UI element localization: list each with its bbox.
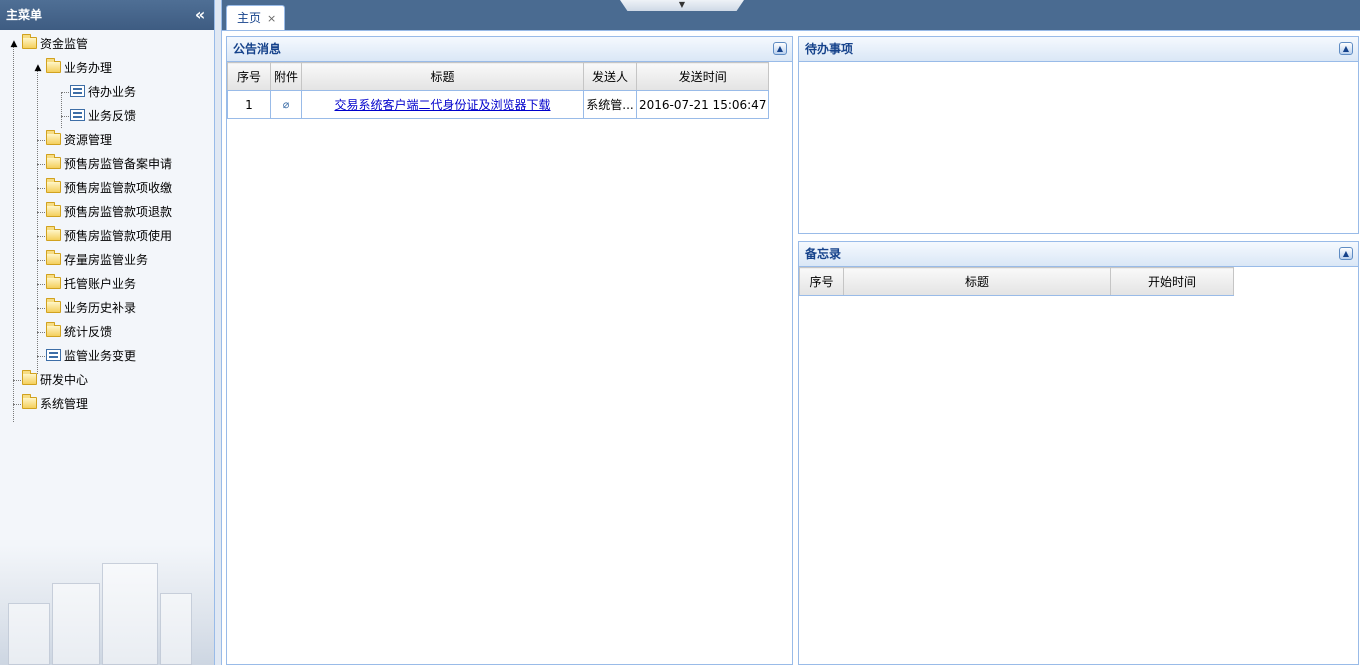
tree-node-label: 预售房监管款项使用 [64,229,173,243]
document-icon [70,85,85,97]
column-header[interactable]: 附件 [270,62,302,91]
subject-cell[interactable]: 交易系统客户端二代身份证及浏览器下载 [301,90,584,119]
tree-node-supervision-change[interactable]: 监管业务变更 [0,344,214,368]
tree-node-stock-housing[interactable]: 存量房监管业务 [0,248,214,272]
memo-table: 序号 标题 开始时间 [799,267,1234,296]
expand-toggle-icon[interactable]: ▲ [33,63,43,73]
tree-node-escrow-account[interactable]: 托管账户业务 [0,272,214,296]
folder-icon [46,250,61,265]
tree-node-label: 预售房监管款项收缴 [64,181,173,195]
tree-node-label: 资源管理 [64,133,113,147]
folder-icon [22,394,37,409]
home-content: 公告消息 ▲ 序号 附件 标题 发送人 发送时间 1 ⌀ 交易系统客户端二代身份… [222,31,1360,665]
tab-label: 主页 [237,11,262,25]
tree-node-label: 研发中心 [40,373,89,387]
main-menu-sidebar: 主菜单 « ▲ 资金监管 ▲ 业务办理 待办业务 业务反馈 资源管理 预售房监管… [0,0,215,665]
close-icon[interactable]: × [267,12,276,25]
tree-node-label: 统计反馈 [64,325,113,339]
tree-node-resource-management[interactable]: 资源管理 [0,128,214,152]
folder-icon [46,226,61,241]
announcement-link[interactable]: 交易系统客户端二代身份证及浏览器下载 [334,98,550,112]
announcements-panel: 公告消息 ▲ 序号 附件 标题 发送人 发送时间 1 ⌀ 交易系统客户端二代身份… [226,36,793,665]
column-header[interactable]: 开始时间 [1110,267,1234,296]
tree-node-label: 监管业务变更 [64,349,137,363]
tree-node-system-management[interactable]: 系统管理 [0,392,214,416]
column-header[interactable]: 标题 [843,267,1111,296]
document-icon [70,109,85,121]
tree-node-presale-refund[interactable]: 预售房监管款项退款 [0,200,214,224]
chevron-up-icon[interactable]: ▲ [1339,247,1353,260]
row-index: 1 [227,90,271,119]
tree-node-label: 预售房监管款项退款 [64,205,173,219]
memo-panel: 备忘录 ▲ 序号 标题 开始时间 [798,241,1359,665]
tree-node-business-handling[interactable]: ▲ 业务办理 [0,56,214,80]
sidebar-header: 主菜单 « [0,0,214,30]
sidebar-splitter[interactable] [215,0,222,665]
folder-icon [46,322,61,337]
sidebar-background-decoration [0,545,214,665]
folder-icon [46,58,61,73]
tree-node-label: 托管账户业务 [64,277,137,291]
tree-node-label: 待办业务 [88,85,137,99]
tree-node-business-history[interactable]: 业务历史补录 [0,296,214,320]
folder-icon [22,370,37,385]
folder-icon [46,274,61,289]
table-row[interactable]: 1 ⌀ 交易系统客户端二代身份证及浏览器下载 系统管... 2016-07-21… [227,90,770,119]
chevron-up-icon[interactable]: ▲ [773,42,787,55]
column-header[interactable]: 序号 [799,267,844,296]
attachment-cell[interactable]: ⌀ [270,90,302,119]
tree-node-label: 存量房监管业务 [64,253,149,267]
tree-node-label: 业务历史补录 [64,301,137,315]
tree-node-statistics[interactable]: 统计反馈 [0,320,214,344]
panel-header: 公告消息 ▲ [227,37,792,62]
folder-icon [22,34,37,49]
column-header[interactable]: 发送时间 [635,62,770,91]
tree-node-presale-record[interactable]: 预售房监管备案申请 [0,152,214,176]
folder-icon [46,178,61,193]
panel-title: 待办事项 [805,42,854,56]
tab-home[interactable]: 主页 × [226,5,286,30]
tab-bar: ▼ 主页 × [222,0,1360,31]
time-cell: 2016-07-21 15:06:47 [635,90,770,119]
tree-node-pending-business[interactable]: 待办业务 [0,80,214,104]
chevron-down-icon[interactable]: ▼ [620,0,744,11]
column-header[interactable]: 标题 [301,62,584,91]
panel-title: 备忘录 [805,247,842,261]
tree-node-presale-use[interactable]: 预售房监管款项使用 [0,224,214,248]
tree-node-label: 预售房监管备案申请 [64,157,173,171]
folder-icon [46,202,61,217]
announcements-table: 序号 附件 标题 发送人 发送时间 1 ⌀ 交易系统客户端二代身份证及浏览器下载… [227,62,770,119]
tree-node-label: 业务办理 [64,61,113,75]
sender-cell: 系统管... [583,90,637,119]
tree-node-rnd-center[interactable]: 研发中心 [0,368,214,392]
folder-icon [46,154,61,169]
todo-panel: 待办事项 ▲ [798,36,1359,234]
tree-node-business-feedback[interactable]: 业务反馈 [0,104,214,128]
column-header[interactable]: 发送人 [583,62,637,91]
folder-icon [46,130,61,145]
document-icon [46,349,61,361]
panel-title: 公告消息 [233,42,282,56]
panel-header: 备忘录 ▲ [799,242,1358,267]
chevron-up-icon[interactable]: ▲ [1339,42,1353,55]
panel-header: 待办事项 ▲ [799,37,1358,62]
tree-node-label: 业务反馈 [88,109,137,123]
collapse-sidebar-icon[interactable]: « [192,0,208,30]
tree-node-label: 系统管理 [40,397,89,411]
tree-node-label: 资金监管 [40,37,89,51]
folder-icon [46,298,61,313]
expand-toggle-icon[interactable]: ▲ [9,39,19,49]
column-header[interactable]: 序号 [227,62,271,91]
menu-tree: ▲ 资金监管 ▲ 业务办理 待办业务 业务反馈 资源管理 预售房监管备案申请 预… [0,30,214,422]
paperclip-icon[interactable]: ⌀ [279,98,293,112]
sidebar-title: 主菜单 [6,8,43,22]
tree-node-presale-collect[interactable]: 预售房监管款项收缴 [0,176,214,200]
tree-node-fund-supervision[interactable]: ▲ 资金监管 [0,32,214,56]
